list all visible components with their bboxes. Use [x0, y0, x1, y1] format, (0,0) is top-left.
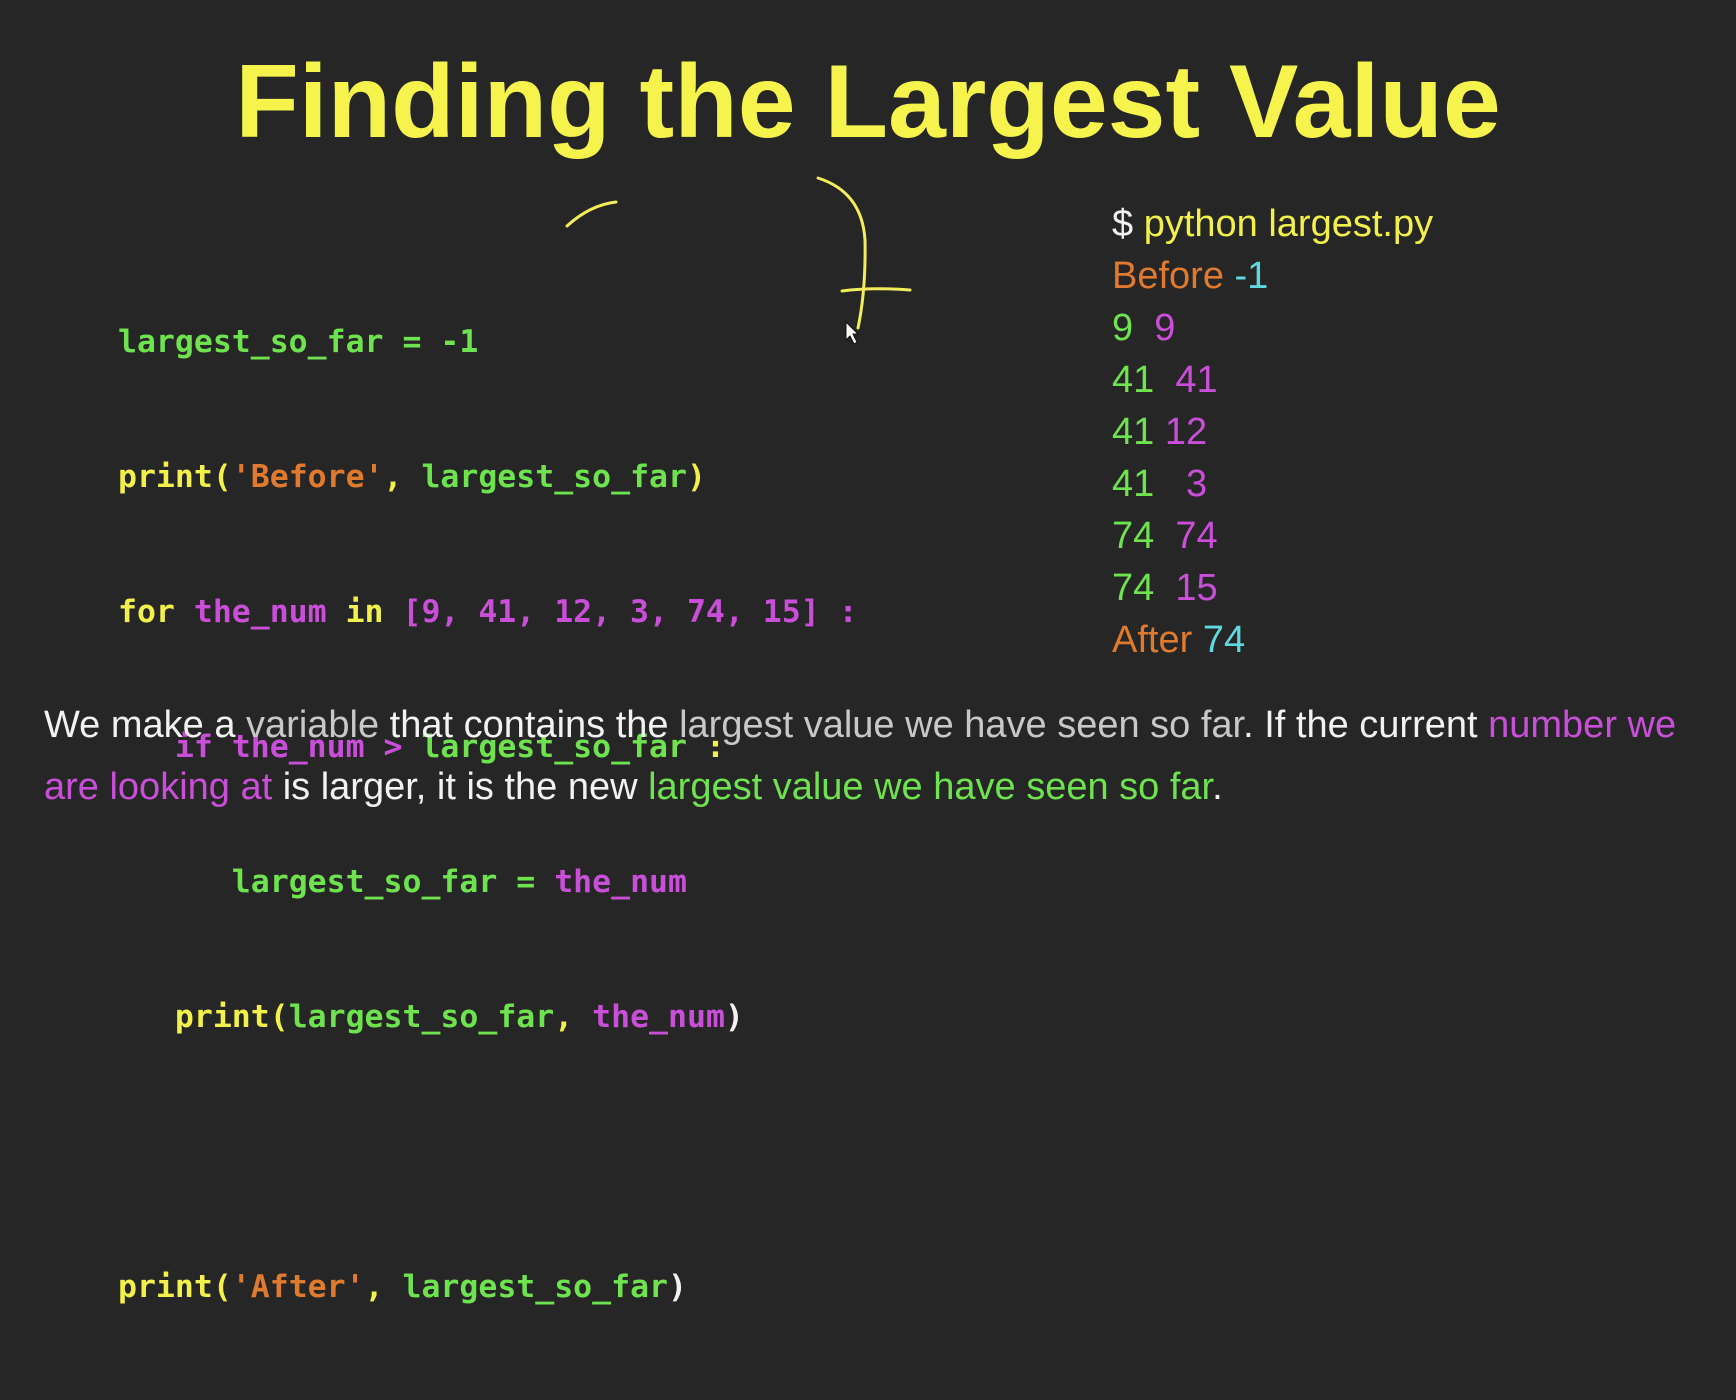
slide: Finding the Largest Value largest_so_far…: [0, 0, 1736, 1305]
output-largest: 74: [1112, 567, 1155, 609]
code-token: print(: [118, 459, 232, 495]
terminal-output: $ python largest.py Before -1 9 9 41 41 …: [1112, 198, 1433, 666]
output-before-row: Before -1: [1112, 250, 1433, 302]
code-line-8: print('After', largest_so_far): [118, 1265, 858, 1310]
code-token: 'Before': [231, 459, 384, 495]
code-line-6: print(largest_so_far, the_num): [118, 995, 858, 1040]
ink-stroke: [565, 200, 618, 228]
output-row: 9 9: [1112, 302, 1433, 354]
caption-text: largest value we have seen so far: [648, 766, 1213, 808]
output-largest: 41: [1112, 463, 1155, 505]
code-token: largest_so_far: [421, 459, 687, 495]
code-line-5: largest_so_far = the_num: [118, 860, 858, 905]
output-after-row: After 74: [1112, 614, 1433, 666]
output-num: 3: [1185, 463, 1208, 505]
code-token: the_num: [554, 864, 687, 900]
code-token: ,: [364, 1269, 403, 1305]
terminal-command: $ python largest.py: [1112, 198, 1433, 250]
code-token: ,: [383, 459, 422, 495]
code-token: ): [724, 999, 744, 1035]
output-value: -1: [1234, 255, 1269, 297]
code-token: largest_so_far = -1: [118, 324, 479, 360]
output-largest: 41: [1112, 411, 1155, 453]
code-token: largest_so_far: [288, 999, 555, 1035]
code-token: =: [497, 864, 555, 900]
code-token: [9, 41, 12, 3, 74, 15]: [402, 594, 820, 630]
output-num: 41: [1175, 359, 1218, 401]
code-line-2: print('Before', largest_so_far): [118, 455, 858, 500]
caption-text: . If the current: [1243, 704, 1489, 746]
code-token: ,: [554, 999, 593, 1035]
output-largest: 9: [1112, 307, 1134, 349]
code-token: :: [819, 594, 858, 630]
code-line-3: for the_num in [9, 41, 12, 3, 74, 15] :: [118, 590, 858, 635]
output-row: 74 15: [1112, 562, 1433, 614]
caption-text: We make a: [44, 704, 247, 746]
command-text: python largest.py: [1143, 203, 1434, 245]
output-label: After: [1112, 619, 1193, 661]
code-token: largest_so_far: [402, 1269, 669, 1305]
code-token: the_num: [193, 594, 327, 630]
code-line-1: largest_so_far = -1: [118, 320, 858, 365]
code-token: print(: [118, 1269, 232, 1305]
output-value: 74: [1202, 619, 1246, 661]
code-token: for: [118, 594, 194, 630]
code-token: 'After': [231, 1269, 365, 1305]
slide-caption: We make a variable that contains the lar…: [44, 694, 1704, 818]
output-row: 41 3: [1112, 458, 1433, 510]
code-token: largest_so_far: [231, 864, 498, 900]
output-row: 41 12: [1112, 406, 1433, 458]
output-largest: 74: [1112, 515, 1155, 557]
caption-text: is larger, it is the new: [272, 766, 649, 808]
code-token: ): [686, 459, 706, 495]
slide-title: Finding the Largest Value: [235, 44, 1501, 160]
caption-text: variable: [246, 704, 380, 746]
code-token: print(: [174, 999, 289, 1035]
output-row: 41 41: [1112, 354, 1433, 406]
code-token: in: [326, 594, 403, 630]
output-num: 12: [1164, 411, 1208, 453]
output-largest: 41: [1112, 359, 1155, 401]
caption-text: largest value we have seen so far: [679, 704, 1244, 746]
code-token: the_num: [592, 999, 725, 1035]
caption-text: that contains the: [379, 704, 680, 746]
output-num: 15: [1175, 567, 1218, 609]
code-token: ): [668, 1269, 687, 1305]
output-num: 74: [1175, 515, 1218, 557]
shell-prompt: $: [1112, 203, 1144, 245]
caption-text: .: [1212, 766, 1223, 808]
output-num: 9: [1154, 307, 1176, 349]
output-label: Before: [1112, 255, 1224, 297]
output-row: 74 74: [1112, 510, 1433, 562]
